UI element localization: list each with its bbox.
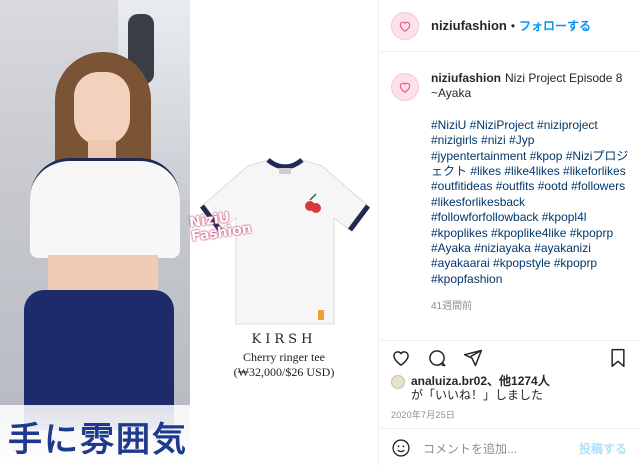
caption-text-block: niziufashion Nizi Project Episode 8 ~Ayak… — [431, 71, 629, 315]
save-button[interactable] — [609, 348, 627, 368]
emoji-button[interactable] — [391, 438, 411, 458]
midriff-shape — [48, 255, 158, 295]
face-shape — [74, 72, 130, 146]
header-username[interactable]: niziufashion — [431, 18, 507, 33]
heart-logo-icon — [399, 82, 411, 93]
likes-line-1[interactable]: analuiza.br02、他1274人 — [411, 374, 550, 388]
product-tee-image — [200, 158, 370, 325]
emoji-icon — [392, 439, 410, 457]
separator-dot: • — [510, 18, 516, 33]
caption-age: 41週間前 — [431, 301, 473, 313]
post-side-panel: niziufashion • フォローする niziufashion Nizi P… — [378, 0, 640, 467]
likes-text[interactable]: analuiza.br02、他1274人 が「いいね！」しました — [411, 374, 550, 402]
caption-area: niziufashion Nizi Project Episode 8 ~Ayak… — [379, 53, 640, 340]
comment-input[interactable]: コメントを追加... — [423, 440, 579, 457]
action-bar — [379, 340, 640, 374]
worn-tee-shape — [30, 158, 180, 258]
photo-ayaka: 手に雰囲気を — [0, 0, 190, 467]
follow-button[interactable]: フォローする — [519, 17, 591, 34]
share-icon — [463, 349, 483, 366]
caption-avatar[interactable] — [391, 73, 419, 101]
video-subtitle: 手に雰囲気を — [0, 405, 190, 467]
caption-hashtags[interactable]: #NiziU #NiziProject #niziproject #nizigi… — [431, 118, 629, 287]
avatar[interactable] — [391, 11, 419, 40]
post-comment-button[interactable]: 投稿する — [579, 440, 627, 457]
likes-line-2: が「いいね！」しました — [411, 388, 544, 402]
liker-avatar[interactable] — [391, 375, 405, 389]
product-panel: NiziU Fashion KIRSH Cherry ringer tee (₩… — [188, 0, 378, 467]
post-media: 手に雰囲気を NiziU Fashion KIRSH Cherry ringer… — [0, 0, 378, 467]
caption-row: niziufashion Nizi Project Episode 8 ~Ayak… — [391, 71, 629, 315]
product-brand: KIRSH — [251, 332, 317, 347]
post-header: niziufashion • フォローする — [379, 0, 640, 52]
post-date: 2020年7月25日 — [391, 410, 456, 420]
comment-button[interactable] — [427, 348, 447, 368]
heart-icon — [393, 350, 409, 366]
share-button[interactable] — [463, 348, 483, 368]
bookmark-icon — [611, 348, 625, 367]
caption-username[interactable]: niziufashion — [431, 71, 501, 85]
video-subtitle-text: 手に雰囲気を — [8, 419, 190, 460]
like-button[interactable] — [391, 348, 411, 368]
comment-icon — [429, 349, 446, 366]
comment-box: コメントを追加... 投稿する — [379, 428, 640, 467]
heart-logo-icon — [399, 21, 411, 32]
product-name: Cherry ringer tee — [243, 350, 325, 364]
product-price: (₩32,000/$26 USD) — [233, 365, 335, 379]
likes-summary: analuiza.br02、他1274人 が「いいね！」しました — [391, 374, 550, 402]
